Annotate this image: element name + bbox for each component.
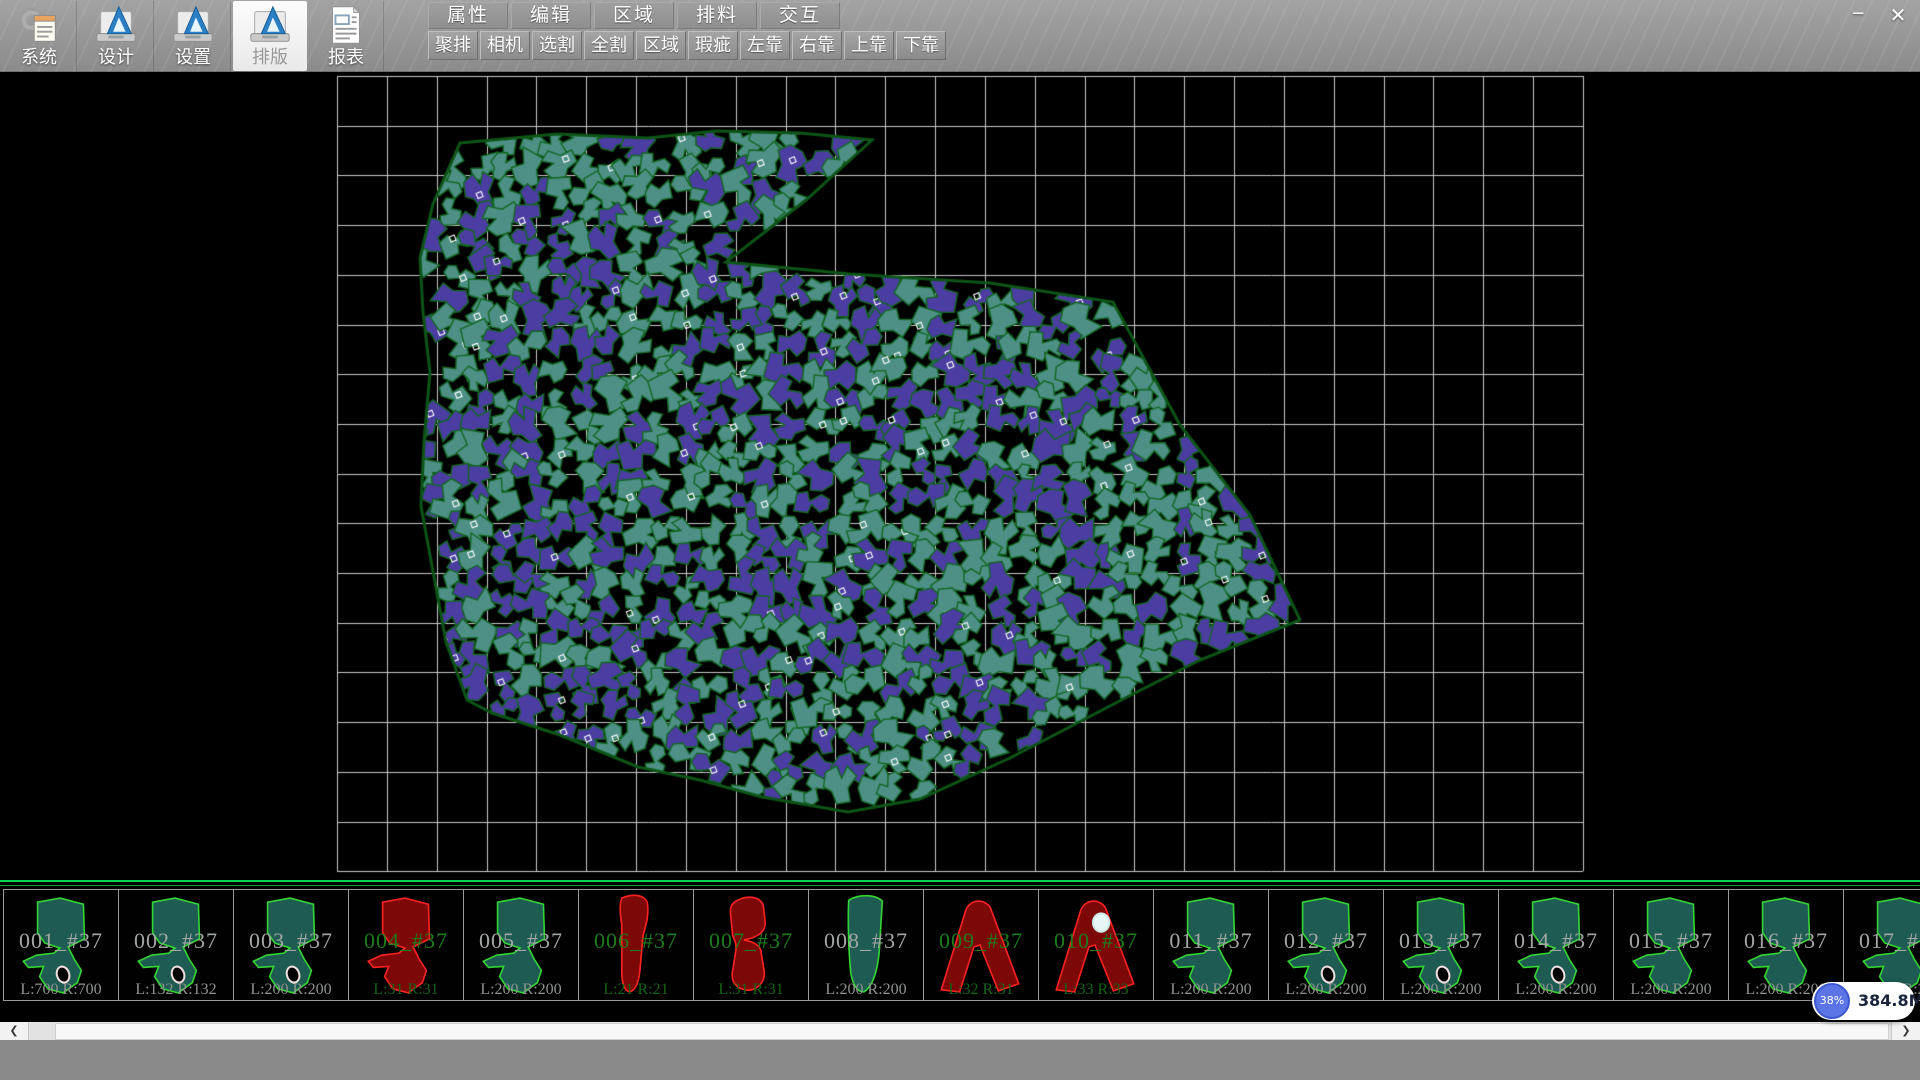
app-button-label: 系统 xyxy=(21,47,57,69)
part-id-label: 002_#37 xyxy=(119,928,233,954)
part-id-label: 007_#37 xyxy=(694,928,808,954)
menu-tab-1[interactable]: 属性 xyxy=(428,2,508,29)
memory-status-pill: 38% 384.8M xyxy=(1812,982,1915,1020)
part-id-label: 012_#37 xyxy=(1269,928,1383,954)
tool-button-bar: 聚排相机选割全割区域瑕疵左靠右靠上靠下靠 xyxy=(428,31,948,59)
tool-button-7[interactable]: 左靠 xyxy=(740,31,790,60)
part-thumbnail-013_#37[interactable]: 013_#37 L:200 R:200 xyxy=(1383,889,1499,1001)
part-quantity-label: L:200 R:200 xyxy=(464,981,578,999)
part-thumbnail-002_#37[interactable]: 002_#37 L:132 R:132 xyxy=(118,889,234,1001)
parts-thumbnail-strip: 001_#37 L:700 R:700 002_#37 L:132 R:132 … xyxy=(0,880,1920,1010)
part-quantity-label: L:200 R:200 xyxy=(1154,981,1268,999)
tool-button-9[interactable]: 上靠 xyxy=(844,31,894,60)
part-quantity-label: L:31 R:31 xyxy=(694,981,808,999)
part-id-label: 013_#37 xyxy=(1384,928,1498,954)
part-quantity-label: L:200 R:200 xyxy=(1269,981,1383,999)
part-id-label: 014_#37 xyxy=(1499,928,1613,954)
scroll-right-button[interactable]: ❯ xyxy=(1891,1022,1920,1040)
memory-value: 384.8M xyxy=(1858,982,1920,1020)
part-quantity-label: L:200 R:200 xyxy=(1384,981,1498,999)
progress-percent-badge: 38% xyxy=(1814,983,1850,1019)
tool-button-10[interactable]: 下靠 xyxy=(896,31,946,60)
part-quantity-label: L:32 R:31 xyxy=(924,981,1038,999)
part-quantity-label: L:31 R:31 xyxy=(349,981,463,999)
app-button-label: 设置 xyxy=(175,47,211,69)
menu-tab-4[interactable]: 排料 xyxy=(677,2,757,29)
part-quantity-label: L:200 R:200 xyxy=(234,981,348,999)
part-thumbnail-015_#37[interactable]: 015_#37 L:200 R:200 xyxy=(1613,889,1729,1001)
app-button-label: 排版 xyxy=(252,47,288,69)
menu-tab-2[interactable]: 编辑 xyxy=(511,2,591,29)
part-id-label: 009_#37 xyxy=(924,928,1038,954)
menu-tab-bar: 属性编辑区域排料交互 xyxy=(428,2,843,28)
scrollbar-track[interactable] xyxy=(29,1022,1891,1040)
part-id-label: 017_#37 xyxy=(1844,928,1920,954)
part-quantity-label: L:132 R:132 xyxy=(119,981,233,999)
nesting-ruler-icon xyxy=(247,3,293,47)
tool-button-5[interactable]: 区域 xyxy=(636,31,686,60)
scrollbar-thumb[interactable] xyxy=(55,1023,1889,1040)
scroll-left-button[interactable]: ❮ xyxy=(0,1022,29,1040)
part-thumbnail-001_#37[interactable]: 001_#37 L:700 R:700 xyxy=(3,889,119,1001)
menu-tab-3[interactable]: 区域 xyxy=(594,2,674,29)
app-button-1[interactable]: 系统 xyxy=(2,1,77,71)
app-button-label: 报表 xyxy=(328,47,364,69)
app-button-label: 设计 xyxy=(98,47,134,69)
part-thumbnail-004_#37[interactable]: 004_#37 L:31 R:31 xyxy=(348,889,464,1001)
part-quantity-label: L:200 R:200 xyxy=(1614,981,1728,999)
part-id-label: 001_#37 xyxy=(4,928,118,954)
menu-tab-5[interactable]: 交互 xyxy=(760,2,840,29)
part-quantity-label: L:200 R:200 xyxy=(809,981,923,999)
app-button-2[interactable]: 设计 xyxy=(79,1,154,71)
part-id-label: 005_#37 xyxy=(464,928,578,954)
toolbar: 系统 设计 设置 排版 报表 属性编辑区域排料交互 聚排相机选割全割区域瑕疵左靠… xyxy=(0,0,1920,72)
part-id-label: 003_#37 xyxy=(234,928,348,954)
part-thumbnail-012_#37[interactable]: 012_#37 L:200 R:200 xyxy=(1268,889,1384,1001)
part-thumbnail-003_#37[interactable]: 003_#37 L:200 R:200 xyxy=(233,889,349,1001)
part-thumbnail-009_#37[interactable]: 009_#37 L:32 R:31 xyxy=(923,889,1039,1001)
part-quantity-label: L:33 R:33 xyxy=(1039,981,1153,999)
part-id-label: 011_#37 xyxy=(1154,928,1268,954)
part-id-label: 010_#37 xyxy=(1039,928,1153,954)
part-thumbnail-006_#37[interactable]: 006_#37 L:21 R:21 xyxy=(578,889,694,1001)
app-button-4[interactable]: 排版 xyxy=(233,1,307,71)
minimize-button[interactable]: ─ xyxy=(1842,3,1874,27)
tool-button-8[interactable]: 右靠 xyxy=(792,31,842,60)
tool-button-6[interactable]: 瑕疵 xyxy=(688,31,738,60)
app-launcher-bar: 系统 设计 设置 排版 报表 xyxy=(2,1,386,71)
tool-button-2[interactable]: 相机 xyxy=(480,31,530,60)
part-quantity-label: L:700 R:700 xyxy=(4,981,118,999)
app-button-3[interactable]: 设置 xyxy=(156,1,231,71)
system-gear-icon xyxy=(16,3,62,47)
tool-button-3[interactable]: 选割 xyxy=(532,31,582,60)
application-window: 系统 设计 设置 排版 报表 属性编辑区域排料交互 聚排相机选割全割区域瑕疵左靠… xyxy=(0,0,1920,1080)
part-id-label: 015_#37 xyxy=(1614,928,1728,954)
tool-button-4[interactable]: 全割 xyxy=(584,31,634,60)
close-button[interactable]: ✕ xyxy=(1882,3,1914,27)
part-id-label: 016_#37 xyxy=(1729,928,1843,954)
nesting-canvas[interactable] xyxy=(0,72,1920,880)
part-quantity-label: L:21 R:21 xyxy=(579,981,693,999)
window-controls: ─ ✕ xyxy=(1842,3,1914,27)
report-doc-icon xyxy=(323,3,369,47)
design-ruler-icon xyxy=(93,3,139,47)
part-thumbnail-008_#37[interactable]: 008_#37 L:200 R:200 xyxy=(808,889,924,1001)
part-quantity-label: L:200 R:200 xyxy=(1499,981,1613,999)
part-thumbnail-010_#37[interactable]: 010_#37 L:33 R:33 xyxy=(1038,889,1154,1001)
part-id-label: 008_#37 xyxy=(809,928,923,954)
tool-button-1[interactable]: 聚排 xyxy=(428,31,478,60)
part-thumbnail-014_#37[interactable]: 014_#37 L:200 R:200 xyxy=(1498,889,1614,1001)
part-thumbnail-011_#37[interactable]: 011_#37 L:200 R:200 xyxy=(1153,889,1269,1001)
part-thumbnail-007_#37[interactable]: 007_#37 L:31 R:31 xyxy=(693,889,809,1001)
horizontal-scrollbar[interactable]: ❮ ❯ xyxy=(0,1022,1920,1040)
bottom-bar xyxy=(0,1040,1920,1080)
settings-ruler-icon xyxy=(170,3,216,47)
part-id-label: 006_#37 xyxy=(579,928,693,954)
part-id-label: 004_#37 xyxy=(349,928,463,954)
part-thumbnail-005_#37[interactable]: 005_#37 L:200 R:200 xyxy=(463,889,579,1001)
app-button-5[interactable]: 报表 xyxy=(309,1,384,71)
